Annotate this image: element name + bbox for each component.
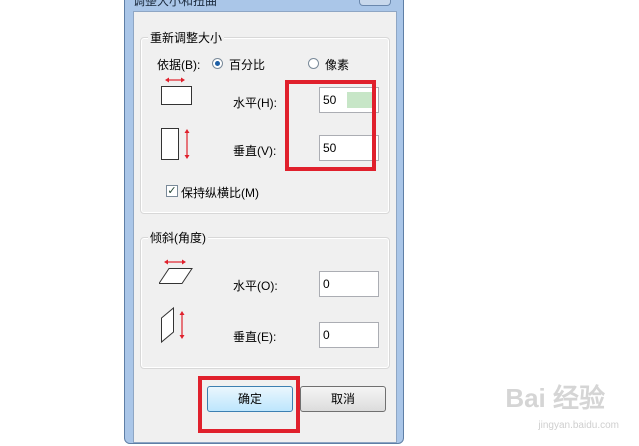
skew-horizontal-input[interactable]: 0 (319, 271, 379, 297)
horizontal-resize-icon (161, 77, 192, 105)
skew-horizontal-value: 0 (323, 277, 330, 291)
skew-group: 倾斜(角度) 水平(O): 0 垂直(E): 0 (140, 229, 390, 369)
keep-ratio-label[interactable]: 保持纵横比(M) (181, 184, 259, 201)
vertical-resize-icon (161, 128, 190, 160)
resize-horizontal-label: 水平(H): (233, 96, 277, 110)
title-bar[interactable]: 调整大小和扭曲 ✕ (125, 0, 403, 9)
resize-vertical-label: 垂直(V): (233, 144, 277, 158)
keep-ratio-checkbox[interactable]: ✓ (166, 185, 178, 197)
resize-group-title: 重新调整大小 (148, 29, 225, 46)
cancel-button[interactable]: 取消 (300, 386, 386, 412)
skew-vertical-label: 垂直(E): (233, 330, 277, 344)
highlight-box-ok (198, 376, 300, 433)
basis-label: 依据(B): (157, 58, 201, 72)
vertical-skew-icon (161, 306, 185, 344)
skew-vertical-value: 0 (323, 328, 330, 342)
percent-radio[interactable] (212, 58, 223, 69)
highlight-box-inputs (285, 80, 376, 171)
pixels-label[interactable]: 像素 (325, 56, 349, 73)
skew-vertical-input[interactable]: 0 (319, 322, 379, 348)
horizontal-skew-icon (159, 259, 193, 284)
dialog-title: 调整大小和扭曲 (133, 0, 218, 8)
pixels-radio[interactable] (308, 58, 319, 69)
percent-label[interactable]: 百分比 (229, 56, 265, 73)
close-button[interactable]: ✕ (359, 0, 391, 6)
skew-horizontal-label: 水平(O): (233, 279, 278, 293)
watermark: Bai 经验 (505, 383, 605, 413)
skew-group-title: 倾斜(角度) (148, 229, 208, 246)
watermark-url: jingyan.baidu.com (538, 420, 619, 431)
